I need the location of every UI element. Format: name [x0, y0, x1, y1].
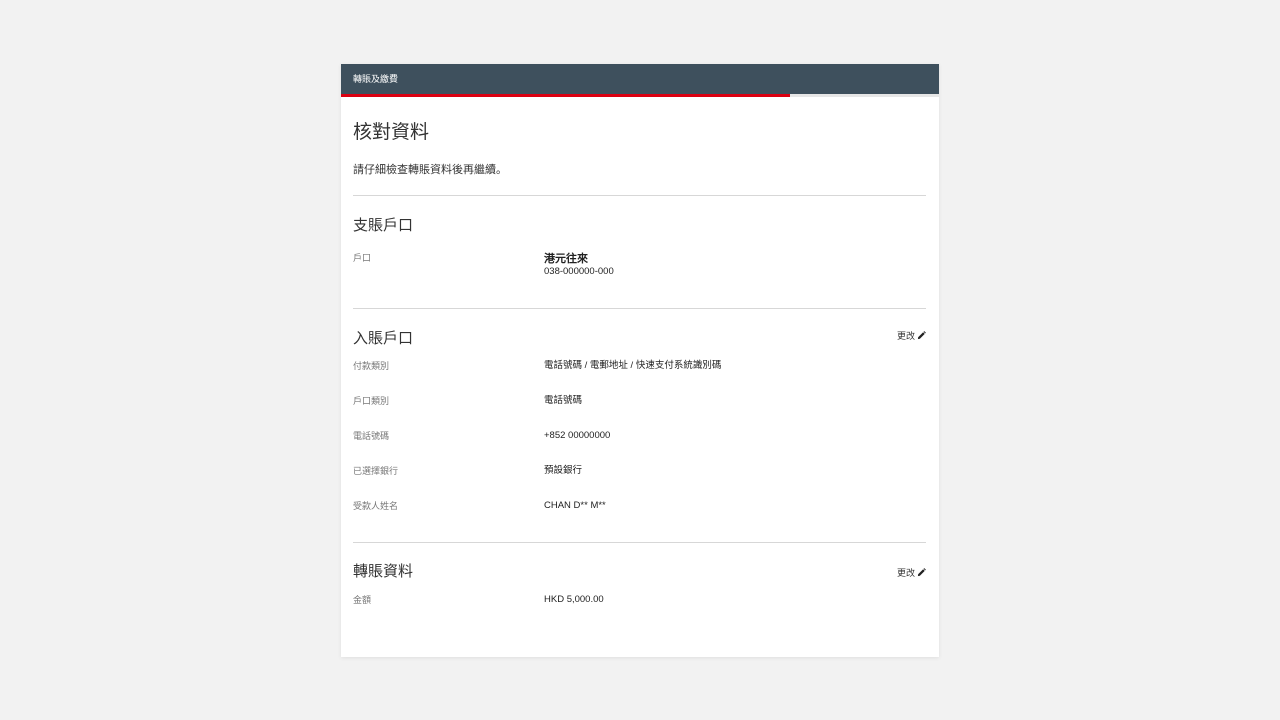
to-account-title: 入賬戶口 — [353, 330, 414, 347]
transfer-details-row-label: 金額 — [353, 595, 372, 605]
header-title: 轉賬及繳費 — [353, 74, 399, 84]
transfer-details-row: 金額 HKD 5,000.00 — [353, 594, 926, 606]
transfer-details-title: 轉賬資料 — [353, 563, 414, 580]
transfer-details-edit-button[interactable]: 更改 — [897, 566, 926, 579]
to-account-row-value: CHAN D** M** — [544, 500, 606, 511]
to-account-row: 電話號碼 +852 00000000 — [353, 430, 926, 442]
transfer-details-rows: 金額 HKD 5,000.00 — [353, 594, 926, 606]
transfer-details-header: 轉賬資料 更改 — [353, 562, 926, 582]
to-account-header: 入賬戶口 更改 — [353, 329, 926, 349]
from-account-row: 戶口 港元往來 038-000000-000 — [353, 252, 926, 278]
to-account-row-label: 電話號碼 — [353, 431, 390, 441]
to-account-row: 受款人姓名 CHAN D** M** — [353, 500, 926, 512]
to-account-edit-button[interactable]: 更改 — [897, 329, 926, 342]
from-account-label: 戶口 — [353, 253, 372, 263]
to-account-rows: 付款類別 電話號碼 / 電郵地址 / 快速支付系統識別碼 戶口類別 電話號碼 電話號碼 +… — [353, 360, 926, 512]
divider — [353, 195, 926, 196]
to-account-row-label: 已選擇銀行 — [353, 466, 399, 476]
pencil-icon — [917, 567, 926, 576]
to-account-row-value: +852 00000000 — [544, 430, 611, 441]
from-account-value: 港元往來 038-000000-000 — [544, 252, 614, 278]
to-account-row-value: 電話號碼 — [544, 395, 583, 406]
edit-label: 更改 — [896, 567, 915, 578]
page-subtitle: 請仔細檢查轉賬資料後再繼續。 — [353, 164, 507, 176]
content: 核對資料 請仔細檢查轉賬資料後再繼續。 支賬戶口 戶口 港元往來 038-000… — [341, 121, 939, 606]
progress-fill — [341, 94, 790, 97]
from-account-number: 038-000000-000 — [544, 266, 614, 277]
to-account-row-value: 電話號碼 / 電郵地址 / 快速支付系統識別碼 — [544, 360, 722, 371]
to-account-row-label: 付款類別 — [353, 361, 390, 371]
to-account-row-value: 預設銀行 — [544, 465, 583, 476]
progress-bar — [341, 94, 939, 97]
header-bar: 轉賬及繳費 — [341, 64, 939, 94]
edit-label: 更改 — [896, 330, 915, 341]
pencil-icon — [917, 330, 926, 339]
to-account-row-label: 戶口類別 — [353, 396, 390, 406]
from-account-header: 支賬戶口 — [353, 216, 926, 236]
from-account-title: 支賬戶口 — [353, 217, 414, 234]
to-account-row: 付款類別 電話號碼 / 電郵地址 / 快速支付系統識別碼 — [353, 360, 926, 372]
to-account-row-label: 受款人姓名 — [353, 501, 399, 511]
divider — [353, 542, 926, 543]
page-title: 核對資料 — [353, 122, 430, 143]
transfer-details-row-value: HKD 5,000.00 — [544, 594, 604, 605]
divider — [353, 308, 926, 309]
from-account-name: 港元往來 — [544, 253, 588, 265]
transfer-review-card: 轉賬及繳費 核對資料 請仔細檢查轉賬資料後再繼續。 支賬戶口 戶口 港元往來 0… — [341, 64, 939, 657]
to-account-row: 已選擇銀行 預設銀行 — [353, 465, 926, 477]
to-account-row: 戶口類別 電話號碼 — [353, 395, 926, 407]
